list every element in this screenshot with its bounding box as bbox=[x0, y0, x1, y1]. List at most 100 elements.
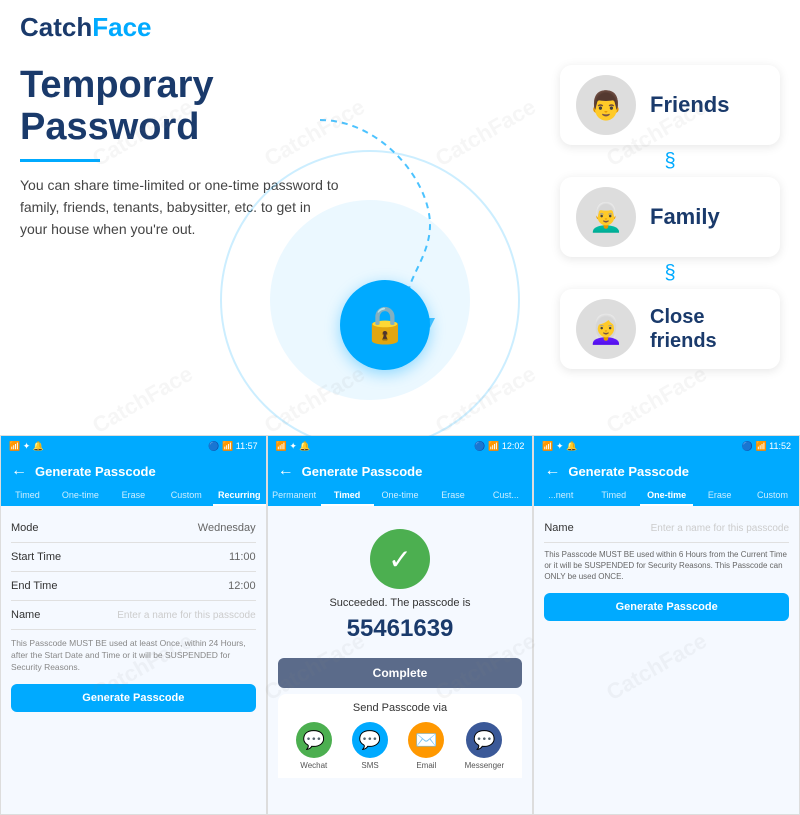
tab-custom-2[interactable]: Cust... bbox=[479, 486, 532, 506]
mode-label: Mode bbox=[11, 522, 39, 534]
phone1-body: Mode Wednesday Start Time 11:00 End Time… bbox=[1, 506, 266, 814]
tab-permanent-2[interactable]: Permanent bbox=[268, 486, 321, 506]
complete-button[interactable]: Complete bbox=[278, 658, 523, 688]
messenger-icon: 💬 bbox=[466, 722, 502, 758]
form-row-name3: Name Enter a name for this passcode bbox=[544, 514, 789, 543]
family-avatar: 👨‍🦳 bbox=[576, 187, 636, 247]
close-friends-card: 👩‍🦳 Close friends bbox=[560, 289, 780, 369]
friends-avatar: 👨 bbox=[576, 75, 636, 135]
phone3-note: This Passcode MUST BE used within 6 Hour… bbox=[544, 549, 789, 583]
tab-erase-1[interactable]: Erase bbox=[107, 486, 160, 506]
header: CatchFace bbox=[0, 0, 800, 55]
tab-custom-1[interactable]: Custom bbox=[160, 486, 213, 506]
share-messenger[interactable]: 💬 Messenger bbox=[465, 722, 505, 770]
name-label-3: Name bbox=[544, 522, 573, 534]
close-friends-name: Close friends bbox=[650, 305, 764, 353]
phone1-back[interactable]: ← bbox=[11, 462, 27, 480]
tab-onetime-2[interactable]: One-time bbox=[374, 486, 427, 506]
name-placeholder[interactable]: Enter a name for this passcode bbox=[117, 610, 255, 621]
passcode-number: 55461639 bbox=[278, 615, 523, 643]
form-row-mode: Mode Wednesday bbox=[11, 514, 256, 543]
left-section: TemporaryPassword You can share time-lim… bbox=[20, 55, 540, 425]
success-text: Succeeded. The passcode is bbox=[278, 597, 523, 609]
share-wechat[interactable]: 💬 Wechat bbox=[296, 722, 332, 770]
messenger-label: Messenger bbox=[465, 761, 505, 770]
connector-2: § bbox=[560, 265, 780, 281]
phone3-body: Name Enter a name for this passcode This… bbox=[534, 506, 799, 814]
tab-onetime-3[interactable]: One-time bbox=[640, 486, 693, 506]
tab-erase-2[interactable]: Erase bbox=[426, 486, 479, 506]
phone1-header: ← Generate Passcode bbox=[1, 456, 266, 486]
lock-icon-circle: 🔒 bbox=[340, 280, 430, 370]
share-section: Send Passcode via 💬 Wechat 💬 SMS ✉️ Emai… bbox=[278, 694, 523, 778]
tab-onetime-1[interactable]: One-time bbox=[54, 486, 107, 506]
wechat-icon: 💬 bbox=[296, 722, 332, 758]
phone2-status-left: 📶 ✦ 🔔 bbox=[276, 441, 311, 452]
phone1-note: This Passcode MUST BE used at least Once… bbox=[11, 638, 256, 674]
phone2-title: Generate Passcode bbox=[302, 464, 423, 479]
phone-success: 📶 ✦ 🔔 🔵 📶 12:02 ← Generate Passcode Perm… bbox=[267, 435, 534, 815]
mode-value: Wednesday bbox=[198, 522, 256, 534]
page-title: TemporaryPassword bbox=[20, 65, 540, 149]
phone1-tabs: Timed One-time Erase Custom Recurring bbox=[1, 486, 266, 506]
wechat-label: Wechat bbox=[300, 761, 327, 770]
phone3-generate-btn[interactable]: Generate Passcode bbox=[544, 593, 789, 621]
description: You can share time-limited or one-time p… bbox=[20, 174, 340, 241]
close-friends-avatar: 👩‍🦳 bbox=[576, 299, 636, 359]
phone3-status-right: 🔵 📶 11:52 bbox=[742, 441, 791, 452]
main-content: TemporaryPassword You can share time-lim… bbox=[0, 55, 800, 425]
phone3-status-left: 📶 ✦ 🔔 bbox=[542, 441, 577, 452]
logo-catch: Catch bbox=[20, 12, 92, 42]
phone1-generate-btn[interactable]: Generate Passcode bbox=[11, 684, 256, 712]
phone3-status-bar: 📶 ✦ 🔔 🔵 📶 11:52 bbox=[534, 436, 799, 456]
phone3-title: Generate Passcode bbox=[568, 464, 689, 479]
connector-1: § bbox=[560, 153, 780, 169]
share-sms[interactable]: 💬 SMS bbox=[352, 722, 388, 770]
share-icons: 💬 Wechat 💬 SMS ✉️ Email 💬 Messenger bbox=[286, 722, 515, 770]
sms-icon: 💬 bbox=[352, 722, 388, 758]
name-placeholder-3[interactable]: Enter a name for this passcode bbox=[651, 523, 789, 534]
phone2-status-bar: 📶 ✦ 🔔 🔵 📶 12:02 bbox=[268, 436, 533, 456]
phone-recurring: 📶 ✦ 🔔 🔵 📶 11:57 ← Generate Passcode Time… bbox=[0, 435, 267, 815]
email-label: Email bbox=[416, 761, 436, 770]
family-name: Family bbox=[650, 204, 720, 230]
tab-permanent-3[interactable]: ...nent bbox=[534, 486, 587, 506]
email-icon: ✉️ bbox=[408, 722, 444, 758]
phone3-tabs: ...nent Timed One-time Erase Custom bbox=[534, 486, 799, 506]
share-email[interactable]: ✉️ Email bbox=[408, 722, 444, 770]
phone-onetime: 📶 ✦ 🔔 🔵 📶 11:52 ← Generate Passcode ...n… bbox=[533, 435, 800, 815]
lock-icon: 🔒 bbox=[363, 304, 408, 346]
phone2-body: ✓ Succeeded. The passcode is 55461639 Co… bbox=[268, 506, 533, 814]
phone2-status-right: 🔵 📶 12:02 bbox=[474, 441, 524, 452]
tab-erase-3[interactable]: Erase bbox=[693, 486, 746, 506]
tab-timed-3[interactable]: Timed bbox=[587, 486, 640, 506]
start-label: Start Time bbox=[11, 551, 61, 563]
phone1-status-left: 📶 ✦ 🔔 bbox=[9, 441, 44, 452]
phone1-status-bar: 📶 ✦ 🔔 🔵 📶 11:57 bbox=[1, 436, 266, 456]
phones-section: 📶 ✦ 🔔 🔵 📶 11:57 ← Generate Passcode Time… bbox=[0, 435, 800, 815]
friends-name: Friends bbox=[650, 92, 729, 118]
tab-timed-1[interactable]: Timed bbox=[1, 486, 54, 506]
phone3-back[interactable]: ← bbox=[544, 462, 560, 480]
tab-recurring[interactable]: Recurring bbox=[213, 486, 266, 506]
success-circle: ✓ bbox=[370, 529, 430, 589]
people-cards: 👨 Friends § 👨‍🦳 Family § 👩‍🦳 Close frien… bbox=[560, 55, 780, 425]
phone2-back[interactable]: ← bbox=[278, 462, 294, 480]
tab-custom-3[interactable]: Custom bbox=[746, 486, 799, 506]
sms-label: SMS bbox=[361, 761, 378, 770]
title-underline bbox=[20, 159, 100, 162]
share-title: Send Passcode via bbox=[286, 702, 515, 714]
phone1-status-right: 🔵 📶 11:57 bbox=[208, 441, 257, 452]
family-card: 👨‍🦳 Family bbox=[560, 177, 780, 257]
end-label: End Time bbox=[11, 580, 57, 592]
phone1-title: Generate Passcode bbox=[35, 464, 156, 479]
form-row-start: Start Time 11:00 bbox=[11, 543, 256, 572]
tab-timed-2[interactable]: Timed bbox=[321, 486, 374, 506]
phone3-header: ← Generate Passcode bbox=[534, 456, 799, 486]
end-value: 12:00 bbox=[228, 580, 256, 592]
form-row-name: Name Enter a name for this passcode bbox=[11, 601, 256, 630]
name-label: Name bbox=[11, 609, 40, 621]
form-row-end: End Time 12:00 bbox=[11, 572, 256, 601]
logo: CatchFace bbox=[20, 12, 152, 43]
logo-face: Face bbox=[92, 12, 151, 42]
